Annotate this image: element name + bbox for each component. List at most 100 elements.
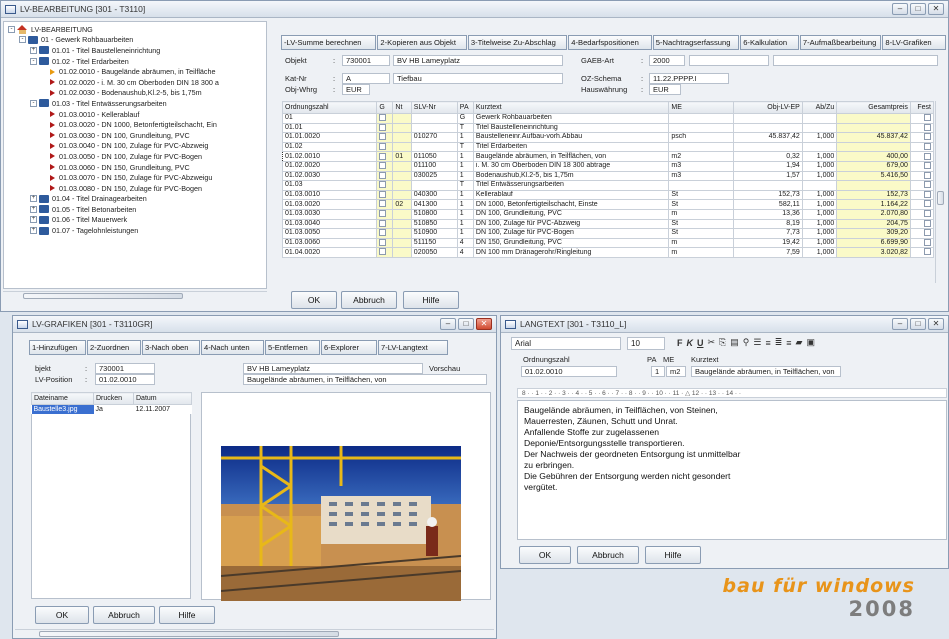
checkbox[interactable] (379, 133, 387, 141)
table-cell[interactable] (909, 208, 935, 220)
hilfe-button[interactable]: Hilfe (403, 291, 459, 309)
column-header[interactable]: Obj-LV-EP (732, 101, 803, 114)
checkbox[interactable] (379, 191, 387, 198)
tree-position-node[interactable]: 01.03.0040 - DN 100, Zulage für PVC-Abzw… (4, 141, 266, 152)
table-cell[interactable]: 510900 (410, 228, 458, 239)
hilfe-button[interactable]: Hilfe (645, 546, 701, 564)
function-tab[interactable]: 5-Nachtragserfassung (652, 35, 740, 50)
table-cell[interactable]: 582,11 (732, 199, 803, 210)
maximize-icon[interactable]: □ (458, 318, 474, 330)
table-cell[interactable]: 5.416,50 (836, 170, 911, 182)
minimize-icon[interactable]: – (892, 318, 908, 330)
table-cell[interactable] (909, 189, 935, 201)
checkbox[interactable] (924, 239, 931, 246)
scroll-thumb[interactable] (23, 293, 183, 299)
maximize-icon[interactable]: □ (910, 318, 926, 330)
table-cell[interactable] (909, 170, 935, 182)
table-cell[interactable]: 400,00 (836, 151, 911, 162)
table-cell[interactable] (732, 141, 803, 153)
table-cell[interactable] (376, 218, 394, 230)
close-icon[interactable]: ✕ (476, 318, 492, 330)
list-icon[interactable]: ☰ (753, 337, 761, 348)
table-cell[interactable] (909, 132, 935, 143)
table-cell[interactable]: 4 (456, 237, 474, 249)
table-cell[interactable]: 01.02.0030 (281, 170, 378, 182)
checkbox[interactable] (924, 114, 931, 122)
column-header[interactable]: PA (456, 101, 474, 114)
function-tab[interactable]: 3-Nach oben (142, 340, 200, 355)
table-cell[interactable]: 1,000 (801, 237, 838, 249)
table-cell[interactable] (376, 132, 394, 143)
table-cell[interactable] (909, 141, 935, 153)
table-cell[interactable] (376, 208, 394, 220)
checkbox[interactable] (379, 152, 387, 160)
tree-position-node[interactable]: 01.03.0030 - DN 100, Grundleitung, PVC (4, 130, 266, 141)
checkbox[interactable] (379, 172, 387, 179)
column-header[interactable]: Fest (909, 101, 935, 114)
table-cell[interactable]: Titel Baustelleneinrichtung (472, 122, 670, 134)
checkbox[interactable] (379, 248, 387, 256)
table-cell[interactable]: 1 (456, 160, 474, 172)
function-tab[interactable]: 4-Nach unten (201, 340, 264, 355)
table-cell[interactable] (392, 180, 412, 191)
table-cell[interactable] (376, 228, 394, 239)
table-cell[interactable]: 1 (456, 189, 474, 201)
table-cell[interactable]: T (456, 180, 474, 191)
checkbox[interactable] (924, 229, 931, 237)
ordnungszahl-field[interactable]: 01.02.0010 (521, 366, 617, 377)
column-header[interactable]: Datum (133, 392, 192, 405)
table-cell[interactable] (410, 122, 458, 134)
table-cell[interactable]: 020050 (410, 247, 458, 258)
table-cell[interactable]: 01.03.0010 (281, 189, 378, 201)
table-cell[interactable]: 02 (392, 199, 412, 210)
table-cell[interactable]: DN 100 mm Dränagerohr/Ringleitung (472, 247, 670, 258)
table-cell[interactable]: 12.11.2007 (134, 405, 192, 415)
table-cell[interactable]: 011100 (410, 160, 458, 172)
minimize-icon[interactable]: – (892, 3, 908, 15)
abbruch-button[interactable]: Abbruch (341, 291, 397, 309)
table-cell[interactable] (392, 141, 412, 153)
table-cell[interactable] (392, 122, 412, 134)
table-cell[interactable]: 204,75 (836, 218, 911, 230)
collapse-icon[interactable]: - (19, 36, 26, 44)
table-cell[interactable] (909, 160, 935, 172)
checkbox[interactable] (924, 219, 931, 227)
tree-position-node[interactable]: 01.03.0050 - DN 100, Zulage für PVC-Boge… (4, 151, 266, 162)
table-cell[interactable]: 4 (456, 247, 474, 258)
obj-whrg-field[interactable]: EUR (342, 84, 370, 95)
table-cell[interactable]: 1 (456, 208, 474, 220)
tree-position-node[interactable]: 01.02.0020 - i. M. 30 cm Oberboden DIN 1… (4, 77, 266, 88)
table-cell[interactable] (668, 113, 734, 124)
table-cell[interactable]: DN 150, Grundleitung, PVC (472, 237, 670, 249)
checkbox[interactable] (379, 200, 387, 208)
tree-folder-node[interactable]: - LV-BEARBEITUNG (4, 24, 266, 35)
table-cell[interactable]: Kellerablauf (472, 189, 670, 201)
table-cell[interactable]: 1.164,22 (836, 199, 911, 210)
table-cell[interactable]: 01.03.0050 (281, 228, 378, 239)
table-row[interactable]: 01.02.0020 011100 1 i. M. 30 cm Oberboden D… (281, 160, 935, 172)
copy-icon[interactable]: ⎘ (719, 337, 726, 348)
table-cell[interactable]: 040300 (410, 189, 458, 201)
table-cell[interactable] (410, 180, 458, 191)
table-cell[interactable]: 01.03.0060 (281, 237, 378, 249)
collapse-icon[interactable]: - (30, 57, 37, 65)
expand-icon[interactable]: + (30, 216, 37, 224)
find-icon[interactable]: ⚲ (743, 337, 750, 348)
table-cell[interactable] (376, 141, 394, 153)
file-list-area[interactable] (31, 414, 191, 599)
table-row[interactable]: 01 G Gewerk Rohbauarbeiten (281, 113, 935, 124)
table-cell[interactable]: 1 (456, 218, 474, 230)
tree-position-node[interactable]: 01.03.0060 - DN 150, Grundleitung, PVC (4, 162, 266, 173)
table-cell[interactable]: 01.04.0020 (281, 247, 378, 258)
function-tab[interactable]: 7-LV-Langtext (378, 340, 448, 355)
table-cell[interactable]: 45.837,42 (836, 132, 911, 143)
table-row[interactable]: 01.01.0020 010270 1 Baustelleneinr.Aufbau-v… (281, 132, 935, 143)
table-cell[interactable]: 010270 (410, 132, 458, 143)
checkbox[interactable] (924, 124, 931, 131)
table-cell[interactable] (392, 228, 412, 239)
table-cell[interactable] (732, 180, 803, 191)
tree-position-node[interactable]: 01.03.0020 - DN 1000, Betonfertigteilsch… (4, 119, 266, 130)
checkbox[interactable] (924, 133, 931, 141)
lv-bearbeitung-titlebar[interactable]: LV-BEARBEITUNG [301 - T3110] – □ ✕ (1, 1, 948, 18)
italic-icon[interactable]: K (687, 338, 694, 348)
